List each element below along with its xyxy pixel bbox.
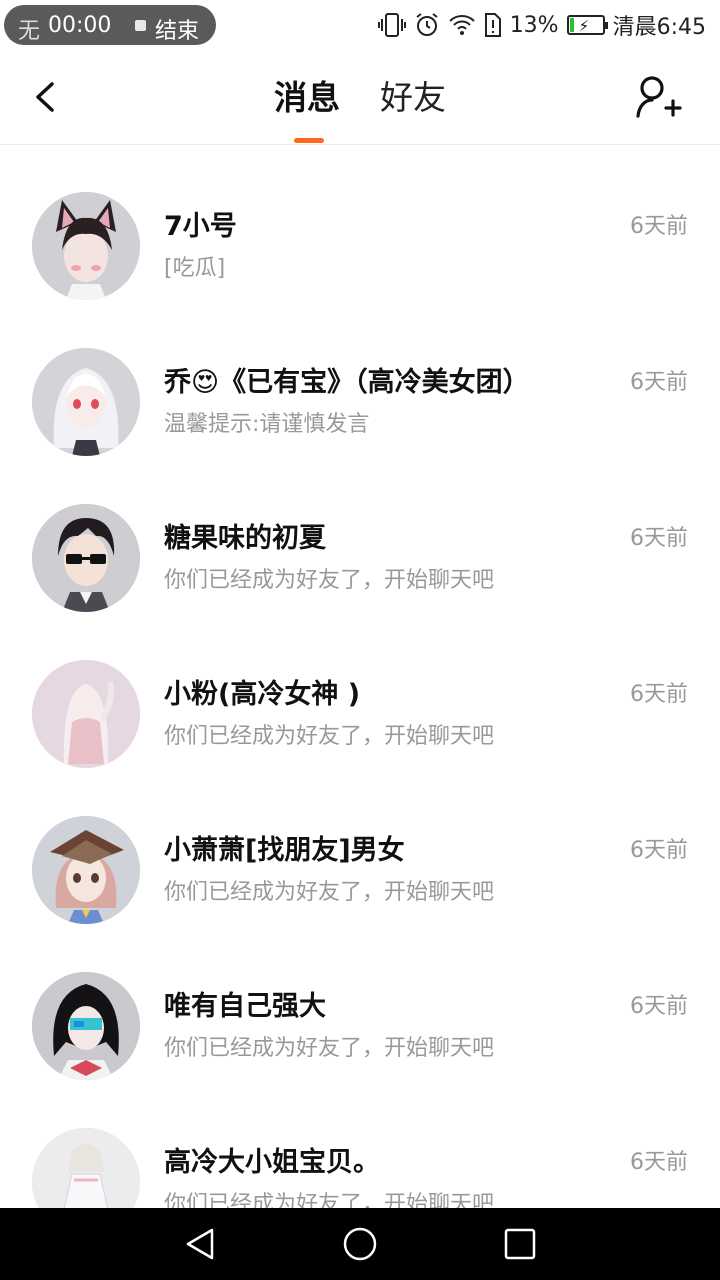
sim-icon (484, 12, 502, 38)
header: 消息 好友 (0, 50, 720, 145)
tab-friends[interactable]: 好友 (380, 78, 446, 118)
battery-icon: ⚡ (566, 15, 608, 35)
conversation-name: 乔😍《已有宝》（高冷美女团） (164, 367, 530, 398)
conversation-preview: 你们已经成为好友了，开始聊天吧 (164, 880, 495, 905)
avatar-pink-girl[interactable] (32, 660, 140, 768)
clock: 清晨6:45 (612, 15, 706, 40)
add-friend-icon (630, 76, 686, 130)
conversation-time: 6天前 (630, 214, 688, 239)
status-bar: 无 00:00 结束 13% ⚡ 清晨6:45 (0, 0, 720, 50)
conversation-item[interactable]: 小粉(高冷女神 ) 你们已经成为好友了，开始聊天吧 6天前 (0, 614, 720, 770)
tab-messages[interactable]: 消息 (274, 78, 340, 118)
conversation-preview: 温馨提示:请谨慎发言 (164, 412, 370, 437)
back-button[interactable] (24, 72, 70, 122)
wifi-icon (448, 13, 476, 37)
active-tab-indicator (294, 138, 324, 143)
conversation-item[interactable]: 小萧萧[找朋友]男女 你们已经成为好友了，开始聊天吧 6天前 (0, 770, 720, 926)
conversation-item[interactable]: 高冷大小姐宝贝。 你们已经成为好友了，开始聊天吧 6天前 (0, 1082, 720, 1208)
conversation-preview: [吃瓜] (164, 256, 226, 281)
conversation-name: 糖果味的初夏 (164, 523, 326, 554)
conversation-time: 6天前 (630, 994, 688, 1019)
conversation-name: 唯有自己强大 (164, 991, 326, 1022)
conversation-preview: 你们已经成为好友了，开始聊天吧 (164, 1036, 495, 1061)
conversation-time: 6天前 (630, 682, 688, 707)
avatar-cat-ear-boy[interactable] (32, 192, 140, 300)
screen-recording-pill[interactable]: 无 00:00 结束 (4, 5, 216, 45)
avatar-white-hair-girl[interactable] (32, 348, 140, 456)
nav-recent-icon (500, 1228, 540, 1268)
conversation-name: 7小号 (164, 211, 237, 242)
conversation-item[interactable]: 唯有自己强大 你们已经成为好友了，开始聊天吧 6天前 (0, 926, 720, 1082)
conversation-time: 6天前 (630, 1150, 688, 1175)
back-arrow-icon (24, 82, 70, 126)
conversation-time: 6天前 (630, 526, 688, 551)
conversation-name: 小萧萧[找朋友]男女 (164, 835, 405, 866)
nav-recent-button[interactable] (500, 1224, 540, 1264)
nav-back-icon (180, 1228, 220, 1268)
nav-home-icon (340, 1227, 380, 1268)
conversation-item[interactable]: 糖果味的初夏 你们已经成为好友了，开始聊天吧 6天前 (0, 458, 720, 614)
stop-icon (135, 20, 146, 31)
conversation-preview: 你们已经成为好友了，开始聊天吧 (164, 1192, 495, 1208)
alarm-icon (414, 12, 440, 38)
conversation-item[interactable]: 7小号 [吃瓜] 6天前 (0, 146, 720, 302)
recording-underlay-text: 无 (18, 19, 41, 44)
conversation-list[interactable]: 7小号 [吃瓜] 6天前 乔😍《已有宝》（高冷美女团） 温馨提示:请谨慎发言 6… (0, 146, 720, 1208)
nav-back-button[interactable] (180, 1224, 220, 1264)
conversation-preview: 你们已经成为好友了，开始聊天吧 (164, 568, 495, 593)
conversation-time: 6天前 (630, 838, 688, 863)
conversation-name: 高冷大小姐宝贝。 (164, 1147, 380, 1178)
avatar-dark-hair-masked[interactable] (32, 972, 140, 1080)
avatar-white-dress-girl[interactable] (32, 1128, 140, 1208)
nav-home-button[interactable] (340, 1224, 380, 1264)
avatar-hat-girl[interactable] (32, 816, 140, 924)
conversation-name: 小粉(高冷女神 ) (164, 679, 361, 710)
system-nav-bar (0, 1208, 720, 1280)
avatar-sunglasses-boy[interactable] (32, 504, 140, 612)
recording-stop-label[interactable]: 结束 (155, 13, 199, 45)
recording-time: 00:00 (48, 13, 112, 38)
conversation-preview: 你们已经成为好友了，开始聊天吧 (164, 724, 495, 749)
conversation-item[interactable]: 乔😍《已有宝》（高冷美女团） 温馨提示:请谨慎发言 6天前 (0, 302, 720, 458)
conversation-time: 6天前 (630, 370, 688, 395)
add-friend-button[interactable] (630, 70, 686, 126)
battery-percent: 13% (509, 12, 559, 38)
vibrate-icon (377, 12, 406, 38)
